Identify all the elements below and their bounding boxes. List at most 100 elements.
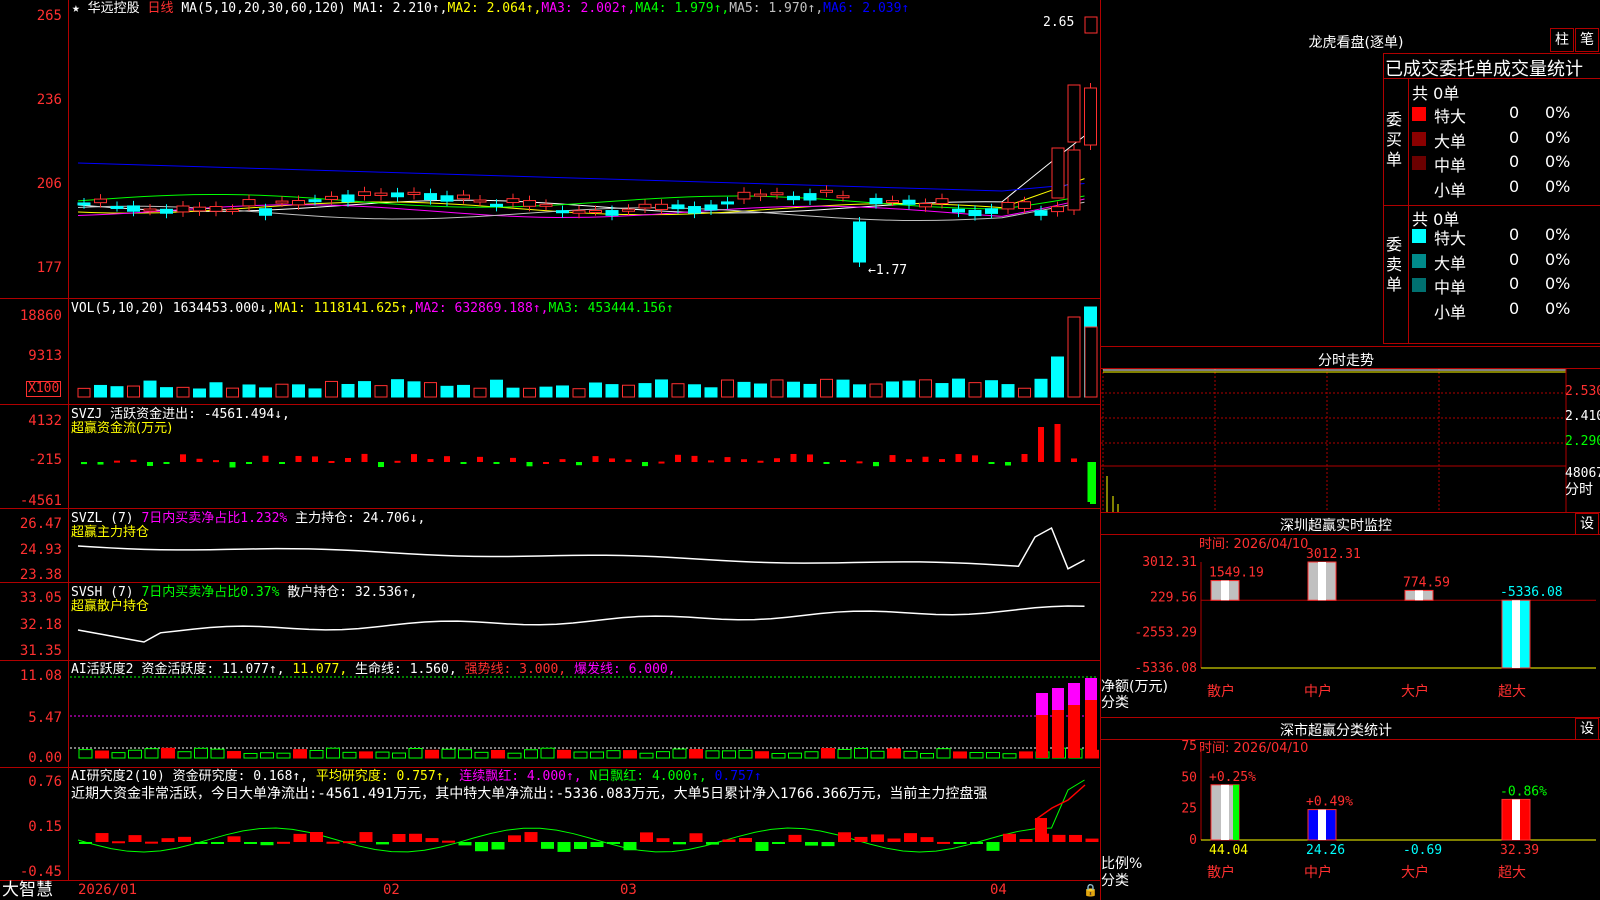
ai-research-bar-13 [293,833,307,842]
svzj-bar-4 [147,462,153,466]
candle-26 [506,198,520,204]
favorite-star-icon[interactable]: ★ [72,1,80,16]
candle-16 [341,194,355,203]
buy-row-label-3: 小单 [1434,180,1467,200]
price-chart[interactable] [0,0,1100,900]
sell-row-pct-2: 0% [1545,274,1571,293]
szs-value-label-3: 32.39 [1500,843,1539,858]
vol-bar-22 [440,385,454,398]
ai-active-spike-top-3 [1085,678,1097,700]
szm-bar-hl-0 [1221,580,1229,601]
vol-bar-20 [407,381,421,398]
vol-bar-18 [374,385,388,398]
x-label-1: 02 [383,882,400,898]
vol-bar-11 [259,387,272,398]
ai-research-tick-2: -0.45 [19,864,62,880]
buy-row-swatch-0 [1412,107,1426,121]
ai-active-bar-12 [276,752,291,759]
svzj-bar-54 [972,455,978,462]
buy-row-count-0: 0 [1509,103,1520,122]
sell-row-label-2: 中单 [1434,278,1467,297]
ai-research-bar-12 [277,841,290,844]
vol-bar-6 [176,386,190,398]
candle-18 [374,192,388,196]
buy-row-pct-2: 0% [1545,152,1571,171]
svzj-tick-2: -4561 [19,493,62,509]
vol-bar-37 [688,384,701,398]
ai-research-tick-0: 0.76 [28,774,62,790]
buy-row-pct-0: 0% [1545,103,1571,122]
candle-8 [209,206,223,212]
ai-active-bar-40 [738,749,753,759]
ai-active-title-e: 强势线: 3.000, [464,662,567,677]
candle-25 [490,203,503,207]
svzj-bar-50 [906,459,912,462]
ai-research-spike [1035,818,1047,842]
ai-active-bar-8 [210,748,225,759]
vol-bar-44 [803,383,817,398]
svzj-bar-48 [873,462,879,467]
sell-row-pct-0: 0% [1545,225,1571,244]
svzl-title-b: 7日内买卖净占比1.232% [141,511,288,526]
buy-row-label-2: 中单 [1434,156,1467,175]
ai-active-bar-25 [491,749,505,759]
sz-monitor-panel[interactable]: 深圳超赢实时监控 设 时间: 2026/04/10 3012.31 229.56-… [1101,512,1600,717]
svzj-bar-47 [856,461,863,464]
candle-24 [473,199,487,203]
sell-row-count-1: 0 [1509,249,1520,269]
price-tick-2: 206 [36,176,62,192]
ai-research-bar-41 [755,842,769,851]
szm-bar-hl-1 [1318,562,1326,601]
ai-active-bar-55 [986,752,1000,759]
ai-research-bar-52 [937,841,950,844]
main-chart-area[interactable]: ★ 华远控股 日线 MA(5,10,20,30,60,120) MA1: 2.2… [0,0,1100,900]
ai-active-bar-35 [656,751,670,759]
intraday-chart[interactable] [1101,346,1600,512]
svzj-bar-15 [328,460,335,463]
ai-research-bar-44 [805,842,818,846]
svzj-bar-10 [246,462,252,464]
svzj-bar-5 [163,462,170,464]
vol-unit-text: X100 [28,381,60,396]
svzj-bar-46 [840,459,846,462]
vol-bar-30 [572,388,586,398]
lock-icon[interactable]: 🔒 [1083,883,1098,898]
ai-research-bar-16 [343,841,356,844]
vol-bar-31 [589,382,602,398]
ai-research-bar-61 [1085,838,1099,842]
candle-42 [770,192,784,196]
stock-name: 华远控股 [87,1,140,16]
ai-research-title-e: N日飘红: 4.000↑, [589,769,707,784]
panel-divider-xaxis [0,880,1100,881]
vol-bar-1 [94,384,107,398]
szs-chart[interactable]: 75 50 25 0 +0.25% 44.04 散户 +0.49% 24.26 中户 -0.69 大户… [1101,717,1600,900]
ai-active-bar-50 [903,750,918,759]
szm-chart[interactable]: 3012.31 229.56 -2553.29 -5336.08 1549.19 散户 30… [1101,512,1600,717]
ai-active-bar-13 [293,749,307,759]
vol-tick-1: 9313 [28,348,62,364]
intraday-panel[interactable]: 分时走势 2.530 2.410 2.290 48067 分时 [1101,346,1600,512]
dt-divider-bottom [1383,343,1600,344]
vol-bar-32 [605,384,619,398]
ai-research-bar-38 [706,842,719,845]
tick-mode-button[interactable]: 笔 [1575,28,1599,52]
ai-research-bar-51 [920,837,934,842]
period-label[interactable]: 日线 [148,1,174,16]
ai-active-spike-top-0 [1036,693,1048,715]
candle-2 [110,205,124,209]
ai-active-bar-53 [953,751,967,759]
sz-stats-panel[interactable]: 深市超赢分类统计 设 时间: 2026/04/10 75 50 25 0 +0.25% 4… [1101,717,1600,900]
svzj-bar-39 [724,457,731,462]
ai-research-bar-20 [409,833,422,842]
ma-line-0 [77,135,1085,214]
szs-y-tick-3: 0 [1189,833,1197,848]
bar-mode-button[interactable]: 柱 [1550,28,1574,52]
ai-active-bar-41 [755,751,769,759]
ai-research-bar-0 [79,842,92,844]
candle-28 [539,203,553,207]
svzj-bar-37 [691,455,698,462]
low-price-label: ←1.77 [868,263,908,278]
svzj-bar-25 [493,462,500,464]
ai-research-bar-54 [970,842,983,844]
ai-active-tick-1: 5.47 [28,710,62,726]
